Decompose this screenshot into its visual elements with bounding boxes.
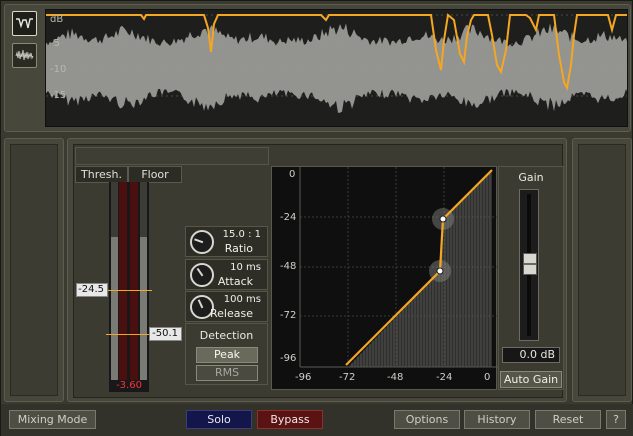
waveform-view-button[interactable] bbox=[12, 43, 37, 68]
ratio-control[interactable]: 15.0 : 1 Ratio bbox=[185, 226, 268, 257]
graph-x-label: 0 bbox=[484, 372, 491, 383]
waveform-view-icon bbox=[15, 49, 34, 61]
bottom-toolbar: Mixing Mode Solo Bypass Options History … bbox=[1, 404, 633, 436]
graph-x-label: -24 bbox=[436, 372, 453, 383]
attack-value: 10 ms bbox=[230, 262, 261, 273]
gain-group: Gain 0.0 dB Auto Gain bbox=[498, 166, 564, 390]
gain-slider[interactable] bbox=[519, 189, 539, 341]
release-label: Release bbox=[210, 307, 253, 320]
floor-header: Floor bbox=[128, 166, 182, 183]
graph-y-label: -72 bbox=[280, 310, 297, 321]
threshold-line[interactable] bbox=[106, 290, 152, 291]
envelope-view-button[interactable] bbox=[12, 11, 37, 36]
gain-unit: dB bbox=[540, 348, 555, 361]
graph-x-label: -72 bbox=[339, 372, 356, 383]
ratio-knob[interactable] bbox=[190, 230, 214, 254]
graph-y-label: -48 bbox=[280, 261, 297, 272]
envelope-view-icon bbox=[16, 18, 33, 29]
waveform-graphic bbox=[46, 13, 627, 113]
db-label: dB bbox=[50, 14, 64, 25]
db-tick-label: -10 bbox=[50, 64, 67, 75]
auto-gain-button[interactable]: Auto Gain bbox=[500, 371, 562, 388]
waveform-display[interactable]: dB -5 -10 -15 bbox=[45, 9, 628, 127]
detection-peak-button[interactable]: Peak bbox=[196, 347, 258, 363]
transfer-curve bbox=[299, 167, 498, 368]
solo-button[interactable]: Solo bbox=[186, 410, 252, 429]
bypass-button[interactable]: Bypass bbox=[257, 410, 323, 429]
meter-channel-right bbox=[130, 182, 138, 380]
floor-value-field[interactable]: -50.1 bbox=[149, 327, 182, 341]
floor-line[interactable] bbox=[106, 334, 152, 335]
options-button[interactable]: Options bbox=[394, 410, 460, 429]
help-button[interactable]: ? bbox=[606, 410, 626, 429]
mixing-mode-button[interactable]: Mixing Mode bbox=[9, 410, 96, 429]
db-tick-label: -5 bbox=[50, 38, 60, 49]
detection-title: Detection bbox=[199, 329, 254, 342]
release-control[interactable]: 100 ms Release bbox=[185, 291, 268, 322]
graph-x-label: -48 bbox=[387, 372, 404, 383]
level-meter bbox=[109, 182, 149, 392]
floor-fader-fill bbox=[140, 237, 147, 380]
gain-slider-thumb[interactable] bbox=[523, 253, 537, 275]
graph-y-label: -24 bbox=[280, 212, 297, 223]
waveform-panel: dB -5 -10 -15 bbox=[4, 4, 631, 132]
ratio-value: 15.0 : 1 bbox=[222, 229, 261, 240]
right-side-panel bbox=[572, 138, 632, 402]
threshold-value-field[interactable]: -24.5 bbox=[76, 283, 108, 297]
reset-button[interactable]: Reset bbox=[535, 410, 601, 429]
plugin-window: dB -5 -10 -15 Thresh. Floor -24.5 -50.1 … bbox=[0, 0, 633, 436]
attack-knob[interactable] bbox=[190, 263, 214, 287]
release-value: 100 ms bbox=[223, 294, 261, 305]
detection-rms-button[interactable]: RMS bbox=[196, 365, 258, 381]
attack-label: Attack bbox=[217, 275, 253, 288]
header-strip bbox=[75, 147, 269, 165]
transfer-curve-graph[interactable]: 0 -24 -48 -72 -96 -96 -72 -48 -24 0 bbox=[271, 166, 498, 390]
meter-readout: -3.60 bbox=[116, 380, 142, 391]
gain-value-field[interactable]: 0.0 dB bbox=[502, 347, 560, 363]
gain-value: 0.0 bbox=[519, 348, 537, 361]
right-side-inset bbox=[578, 144, 626, 396]
graph-y-label: -96 bbox=[280, 353, 297, 364]
attack-control[interactable]: 10 ms Attack bbox=[185, 259, 268, 290]
graph-x-label: -96 bbox=[295, 372, 312, 383]
graph-y-label: 0 bbox=[289, 169, 296, 180]
threshold-fader-fill bbox=[111, 237, 118, 380]
threshold-header: Thresh. bbox=[75, 166, 128, 183]
detection-group: Detection Peak RMS bbox=[185, 323, 268, 385]
ratio-label: Ratio bbox=[224, 242, 253, 255]
meter-channel-left bbox=[119, 182, 127, 380]
left-side-panel bbox=[4, 138, 64, 402]
db-tick-label: -15 bbox=[50, 90, 67, 101]
left-side-inset bbox=[10, 144, 58, 396]
gain-title: Gain bbox=[518, 171, 544, 184]
history-button[interactable]: History bbox=[464, 410, 530, 429]
